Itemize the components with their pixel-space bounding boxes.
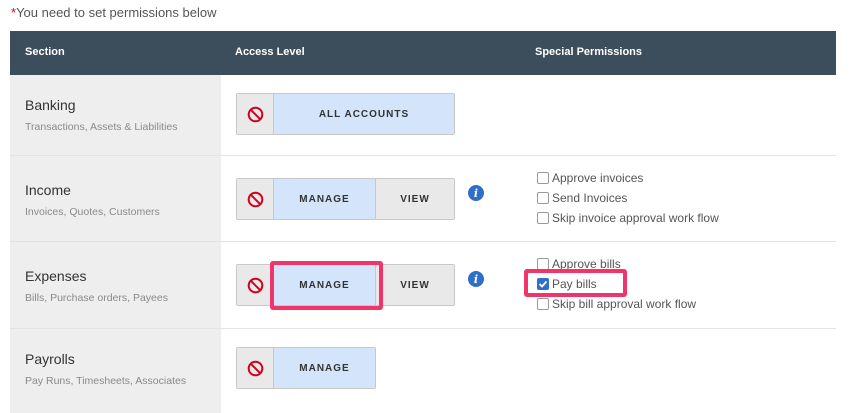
permission-skip-bill-approval[interactable]: Skip bill approval work flow xyxy=(537,294,696,314)
ban-icon xyxy=(247,277,263,293)
checkmark-icon xyxy=(538,280,548,288)
no-access-button[interactable] xyxy=(237,94,274,134)
special-permissions-list: Approve bills Pay bills Skip bill approv… xyxy=(537,254,696,314)
all-accounts-button[interactable]: ALL ACCOUNTS xyxy=(274,94,454,134)
section-subtitle: Transactions, Assets & Liabilities xyxy=(25,121,178,133)
no-access-button[interactable] xyxy=(237,179,274,219)
access-level-group: MANAGE VIEW xyxy=(236,178,455,220)
table-header: Section Access Level Special Permissions xyxy=(10,31,836,75)
section-subtitle: Invoices, Quotes, Customers xyxy=(25,206,160,218)
skip-invoice-approval-checkbox[interactable] xyxy=(537,212,549,224)
approve-bills-checkbox[interactable] xyxy=(537,258,549,270)
pay-bills-checkbox[interactable] xyxy=(537,278,549,290)
manage-button[interactable]: MANAGE xyxy=(274,348,375,388)
ban-icon xyxy=(247,191,263,207)
header-section: Section xyxy=(25,46,65,58)
permission-label: Skip bill approval work flow xyxy=(552,297,697,311)
special-permissions-list: Approve invoices Send Invoices Skip invo… xyxy=(537,168,719,228)
access-level-group: MANAGE VIEW xyxy=(236,264,455,306)
table-row-income: Income Invoices, Quotes, Customers MANAG… xyxy=(10,156,836,242)
section-subtitle: Bills, Purchase orders, Payees xyxy=(25,292,168,304)
notice-text: You need to set permissions below xyxy=(16,5,217,20)
manage-button[interactable]: MANAGE xyxy=(274,265,375,305)
info-icon[interactable]: i xyxy=(468,271,484,287)
permission-approve-bills[interactable]: Approve bills xyxy=(537,254,696,274)
approve-invoices-checkbox[interactable] xyxy=(537,172,549,184)
permission-label: Send Invoices xyxy=(552,191,628,205)
permission-pay-bills[interactable]: Pay bills xyxy=(537,274,696,294)
view-button[interactable]: VIEW xyxy=(375,179,454,219)
section-cell: Income Invoices, Quotes, Customers xyxy=(10,156,221,241)
table-row-banking: Banking Transactions, Assets & Liabiliti… xyxy=(10,75,836,156)
view-button[interactable]: VIEW xyxy=(375,265,454,305)
header-access-level: Access Level xyxy=(235,46,305,58)
permission-send-invoices[interactable]: Send Invoices xyxy=(537,188,719,208)
permission-label: Approve invoices xyxy=(552,171,644,185)
permission-label: Pay bills xyxy=(552,277,597,291)
permissions-table: Section Access Level Special Permissions… xyxy=(10,31,836,413)
section-subtitle: Pay Runs, Timesheets, Associates xyxy=(25,375,187,387)
no-access-button[interactable] xyxy=(237,265,274,305)
access-level-group: MANAGE xyxy=(236,347,376,389)
header-special-permissions: Special Permissions xyxy=(535,46,642,58)
send-invoices-checkbox[interactable] xyxy=(537,192,549,204)
section-title: Payrolls xyxy=(25,351,75,367)
ban-icon xyxy=(247,360,263,376)
table-row-payrolls: Payrolls Pay Runs, Timesheets, Associate… xyxy=(10,329,836,413)
skip-bill-approval-checkbox[interactable] xyxy=(537,298,549,310)
section-cell: Payrolls Pay Runs, Timesheets, Associate… xyxy=(10,329,221,413)
section-title: Banking xyxy=(25,97,76,113)
section-title: Income xyxy=(25,182,71,198)
permission-label: Skip invoice approval work flow xyxy=(552,211,719,225)
permission-label: Approve bills xyxy=(552,257,621,271)
section-cell: Expenses Bills, Purchase orders, Payees xyxy=(10,242,221,328)
permission-approve-invoices[interactable]: Approve invoices xyxy=(537,168,719,188)
section-cell: Banking Transactions, Assets & Liabiliti… xyxy=(10,75,221,155)
table-row-expenses: Expenses Bills, Purchase orders, Payees … xyxy=(10,242,836,329)
ban-icon xyxy=(247,106,263,122)
no-access-button[interactable] xyxy=(237,348,274,388)
permissions-notice: *You need to set permissions below xyxy=(11,5,216,20)
access-level-group: ALL ACCOUNTS xyxy=(236,93,455,135)
manage-button[interactable]: MANAGE xyxy=(274,179,375,219)
section-title: Expenses xyxy=(25,268,87,284)
permission-skip-invoice-approval[interactable]: Skip invoice approval work flow xyxy=(537,208,719,228)
info-icon[interactable]: i xyxy=(468,185,484,201)
